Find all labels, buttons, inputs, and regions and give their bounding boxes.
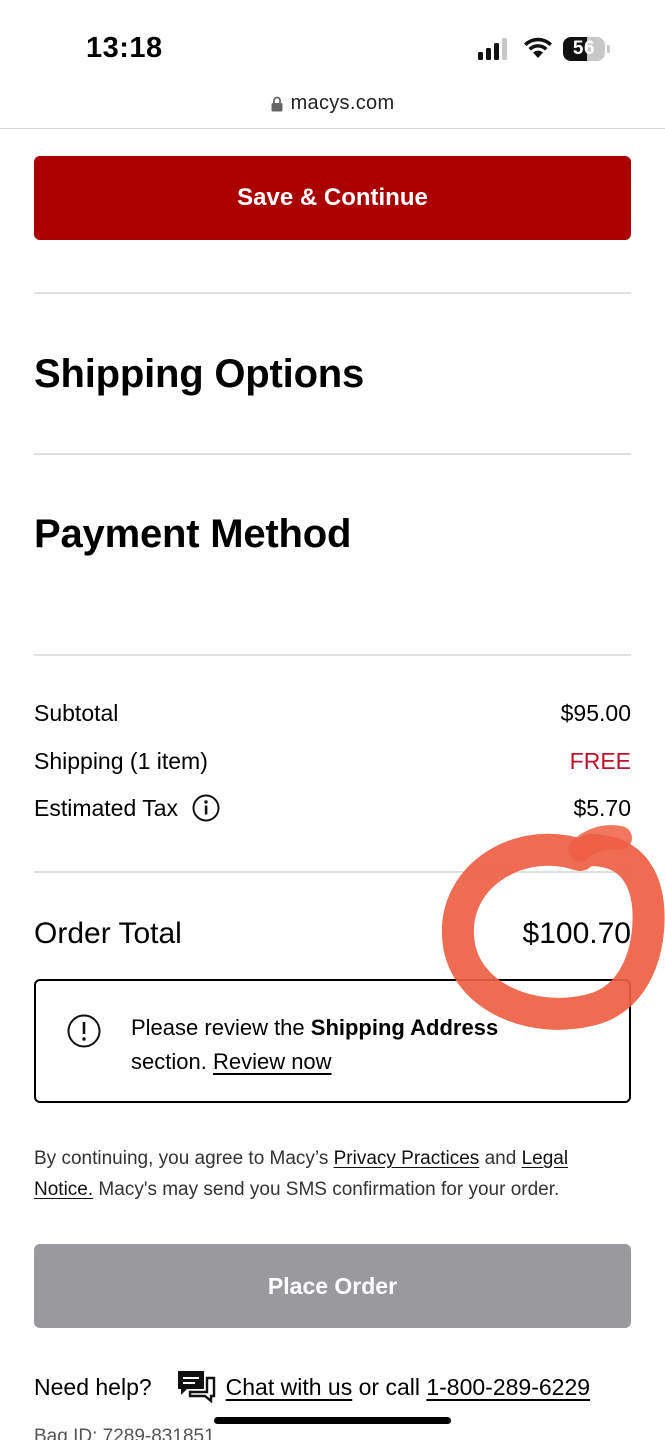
need-help-label: Need help? <box>34 1373 152 1400</box>
home-indicator <box>214 1417 451 1424</box>
review-now-link[interactable]: Review now <box>213 1049 332 1074</box>
notice-bold: Shipping Address <box>310 1015 499 1040</box>
place-order-button[interactable]: Place Order <box>34 1244 631 1328</box>
divider <box>34 292 631 294</box>
shipping-value: FREE <box>569 747 631 774</box>
lock-icon <box>271 96 283 111</box>
phone-link[interactable]: 1-800-289-6229 <box>426 1374 590 1401</box>
bag-id: Bag ID: 7289-831851 <box>34 1426 215 1440</box>
tax-row: Estimated Tax $5.70 <box>34 792 631 824</box>
subtotal-label: Subtotal <box>34 699 119 726</box>
payment-method-heading[interactable]: Payment Method <box>34 512 351 557</box>
help-row: Need help? Chat with us or call 1-800-28… <box>34 1366 654 1408</box>
legal-text: By continuing, you agree to Macy’s Priva… <box>34 1148 569 1200</box>
divider <box>34 654 631 656</box>
tax-label: Estimated Tax <box>34 794 179 821</box>
save-continue-button[interactable]: Save & Continue <box>34 156 631 240</box>
alert-icon <box>67 1014 101 1048</box>
battery-level: 56 <box>572 38 596 59</box>
privacy-practices-link[interactable]: Privacy Practices <box>334 1148 480 1169</box>
status-time: 13:18 <box>86 32 163 64</box>
notice-text: Please review the Shipping Address secti… <box>131 1015 499 1074</box>
legal-notice-link[interactable]: Legal <box>522 1148 569 1169</box>
signal-icon <box>478 38 507 60</box>
subtotal-value: $95.00 <box>560 699 631 726</box>
shipping-label: Shipping (1 item) <box>34 747 208 774</box>
subtotal-row: Subtotal $95.00 <box>34 697 631 729</box>
status-bar: 13:18 56 <box>0 0 665 86</box>
wifi-icon <box>524 37 552 58</box>
order-total-value: $100.70 <box>522 917 631 950</box>
order-total-label: Order Total <box>34 917 182 950</box>
url-text: macys.com <box>290 92 395 114</box>
shipping-address-notice: Please review the Shipping Address secti… <box>34 979 631 1103</box>
order-total-row: Order Total $100.70 <box>34 912 631 956</box>
chat-with-us-link[interactable]: Chat with us <box>226 1374 353 1401</box>
shipping-options-heading[interactable]: Shipping Options <box>34 352 364 397</box>
legal-notice-link-cont[interactable]: Notice. <box>34 1179 93 1200</box>
info-icon[interactable] <box>192 794 220 822</box>
browser-url-bar[interactable]: macys.com <box>0 86 665 129</box>
shipping-row: Shipping (1 item) FREE <box>34 745 631 777</box>
divider <box>34 453 631 455</box>
battery-icon: 56 <box>563 37 611 61</box>
tax-value: $5.70 <box>573 794 631 821</box>
chat-icon[interactable] <box>176 1368 216 1406</box>
or-call-text: or call <box>352 1373 427 1400</box>
divider <box>34 871 631 873</box>
